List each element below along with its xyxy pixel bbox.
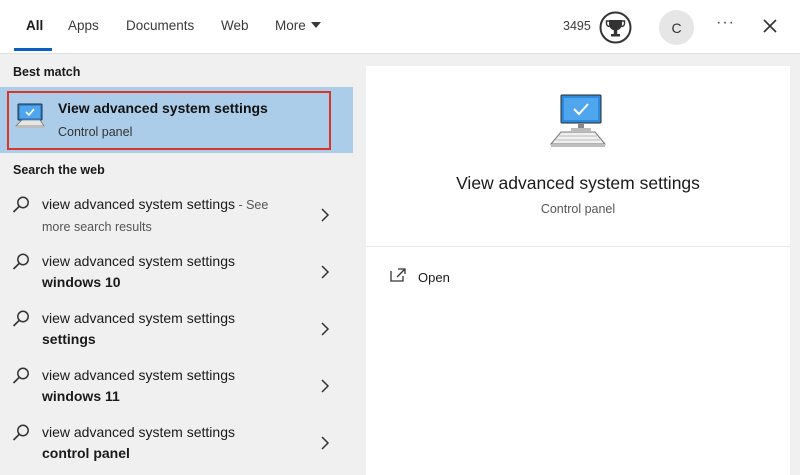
divider: [366, 246, 790, 247]
results-pane: Best match View advanced system settings…: [0, 55, 353, 475]
search-icon: [12, 196, 29, 213]
chevron-right-icon[interactable]: [319, 265, 331, 279]
web-result-suffix: settings: [42, 331, 96, 347]
detail-subtitle: Control panel: [540, 202, 616, 216]
best-match-title: View advanced system settings: [58, 100, 268, 116]
tab-documents[interactable]: Documents: [126, 18, 194, 33]
search-icon: [12, 367, 29, 384]
web-result-query: view advanced system settings: [42, 253, 235, 269]
chevron-right-icon[interactable]: [319, 208, 331, 222]
search-icon: [12, 310, 29, 327]
detail-title: View advanced system settings: [456, 173, 700, 193]
web-result-suffix: control panel: [42, 445, 130, 461]
web-result-item[interactable]: view advanced system settings control pa…: [0, 416, 353, 472]
web-result-text: view advanced system settings - See: [42, 196, 268, 212]
web-result-query: view advanced system settings: [42, 310, 235, 326]
close-icon[interactable]: [760, 16, 780, 36]
web-result-suffix: windows 10: [42, 274, 121, 290]
monitor-check-icon: [549, 94, 607, 147]
tab-active-indicator: [14, 48, 52, 51]
tab-more[interactable]: More: [275, 18, 321, 33]
search-icon: [12, 424, 29, 441]
open-action[interactable]: Open: [418, 270, 450, 285]
monitor-check-icon: [15, 103, 45, 128]
web-result-query: view advanced system settings: [42, 424, 235, 440]
tab-all[interactable]: All: [26, 18, 43, 33]
ellipsis-icon[interactable]: ···: [716, 14, 735, 32]
web-result-subtext: more search results: [42, 220, 152, 234]
web-result-suffix: windows 11: [42, 388, 120, 404]
rewards-points: 3495: [563, 19, 591, 33]
tab-more-label: More: [275, 18, 306, 33]
web-result-item[interactable]: view advanced system settings windows 10: [0, 245, 353, 301]
chevron-right-icon[interactable]: [319, 379, 331, 393]
search-web-heading: Search the web: [13, 163, 105, 177]
best-match-subtitle: Control panel: [58, 125, 133, 139]
avatar[interactable]: C: [659, 10, 694, 45]
chevron-right-icon[interactable]: [319, 436, 331, 450]
web-result-query: view advanced system settings: [42, 196, 235, 212]
detail-pane: View advanced system settings Control pa…: [366, 66, 790, 475]
chevron-right-icon[interactable]: [319, 322, 331, 336]
tab-web[interactable]: Web: [221, 18, 249, 33]
caret-down-icon: [310, 22, 321, 29]
web-result-item[interactable]: view advanced system settings windows 11: [0, 359, 353, 415]
search-icon: [12, 253, 29, 270]
web-result-item[interactable]: view advanced system settings - See more…: [0, 188, 353, 244]
search-header: All Apps Documents Web More 3495 C ···: [0, 0, 800, 54]
web-result-query: view advanced system settings: [42, 367, 235, 383]
web-result-item[interactable]: view advanced system settings settings: [0, 302, 353, 358]
open-external-icon[interactable]: [390, 268, 406, 282]
web-result-see: - See: [234, 198, 269, 212]
best-match-heading: Best match: [13, 65, 81, 79]
trophy-icon[interactable]: [599, 11, 632, 44]
tab-apps[interactable]: Apps: [68, 18, 99, 33]
